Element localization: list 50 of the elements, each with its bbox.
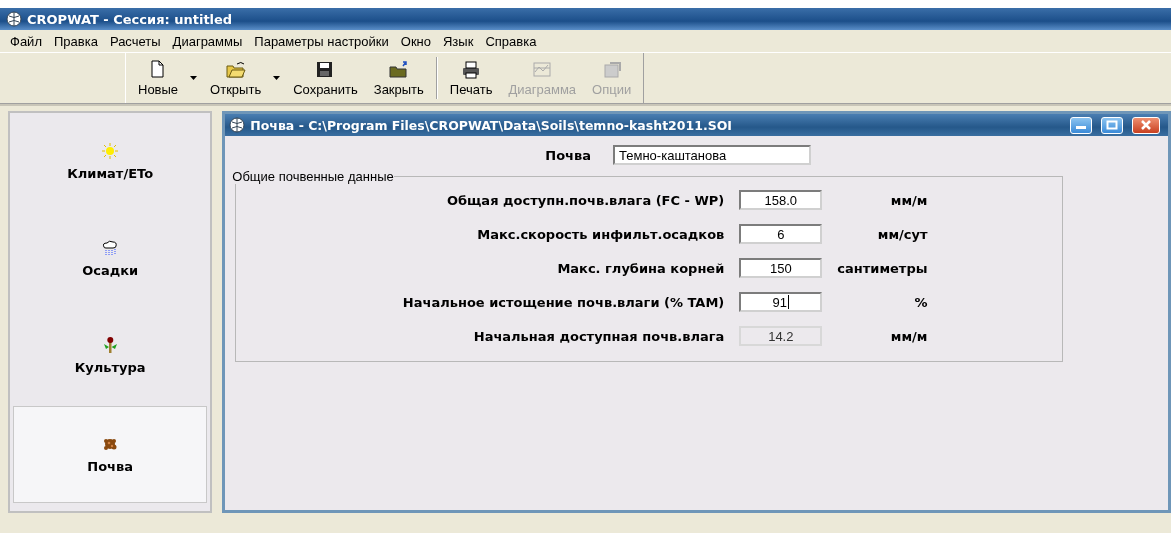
plant-icon <box>101 336 120 354</box>
rain-cloud-icon <box>101 239 120 257</box>
group-title: Общие почвенные данные <box>232 169 394 184</box>
maximize-button[interactable] <box>1101 116 1123 134</box>
sun-icon <box>101 142 120 160</box>
menu-item[interactable]: Параметры настройки <box>248 33 395 49</box>
close-button[interactable] <box>1132 116 1160 134</box>
sidebar-item[interactable]: Культура <box>13 307 208 404</box>
dropdown-arrow-icon[interactable] <box>273 75 282 81</box>
menu-item[interactable]: Расчеты <box>103 33 167 49</box>
menu-item[interactable]: Язык <box>437 33 480 49</box>
window-title: CROPWAT - Сессия: untitled <box>27 11 233 27</box>
sidebar-item[interactable]: Климат/ETo <box>13 113 208 210</box>
printer-icon <box>461 59 482 79</box>
chart-icon <box>532 59 553 79</box>
menu-item[interactable]: Справка <box>479 33 543 49</box>
dropdown-arrow-icon[interactable] <box>190 75 199 81</box>
toolbar-button[interactable]: Новые <box>130 53 187 103</box>
menu-item[interactable]: Окно <box>394 33 437 49</box>
field-label: Макс. глубина корней <box>556 260 725 276</box>
menu-item[interactable]: Файл <box>4 33 48 49</box>
field-label: Общая доступн.почв.влага (FC - WP) <box>445 192 725 208</box>
sidebar-item[interactable]: Осадки <box>13 210 208 307</box>
toolbar-button[interactable]: Сохранить <box>285 53 366 103</box>
globe-icon <box>6 11 22 27</box>
toolbar-button[interactable]: Открыть <box>202 53 270 103</box>
sidebar-item[interactable]: Почва <box>13 406 208 503</box>
unit-label: сантиметры <box>837 260 928 276</box>
soil-name-field[interactable]: Темно-каштанова <box>613 145 812 165</box>
input-field[interactable]: 150 <box>739 258 823 278</box>
unit-label: % <box>913 294 928 310</box>
input-field[interactable]: 91 <box>739 292 823 312</box>
field-label: Начальная доступная почв.влага <box>472 328 725 344</box>
field-label: Макс.скорость инфильт.осадков <box>476 226 725 242</box>
field-label: Почва <box>545 147 592 163</box>
input-field[interactable]: 158.0 <box>739 190 823 210</box>
maximize-icon <box>1106 120 1118 130</box>
toolbar-button[interactable]: Закрыть <box>365 53 432 103</box>
minimize-button[interactable] <box>1070 116 1092 134</box>
globe-icon <box>229 117 246 133</box>
menu-item[interactable]: Правка <box>47 33 104 49</box>
unit-label: мм/сут <box>876 226 928 242</box>
menu-item[interactable]: Диаграммы <box>166 33 249 49</box>
close-icon <box>1140 120 1152 130</box>
window-title: Почва - C:\Program Files\CROPWAT\Data\Soils\temno-kasht2011.SOI <box>250 117 732 133</box>
field-label: Начальное истощение почв.влаги (% TAM) <box>401 294 725 310</box>
input-field[interactable]: 6 <box>739 224 823 244</box>
unit-label: мм/м <box>889 192 928 208</box>
unit-label: мм/м <box>889 328 928 344</box>
toolbar-button[interactable]: Печать <box>441 53 501 103</box>
